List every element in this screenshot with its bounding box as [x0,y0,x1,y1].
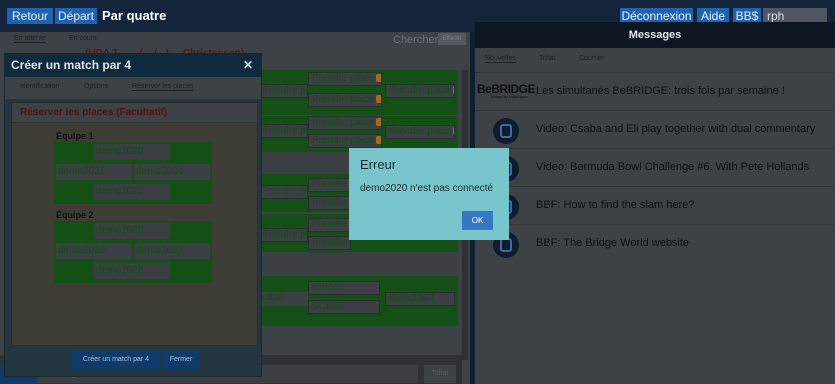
team1-label: Équipe 1 [56,131,94,141]
team2-label: Équipe 2 [56,210,94,220]
take-seat-button[interactable]: Prendre place [308,116,382,130]
table-row: ratze simons SCB60 Boris1994 [258,276,458,326]
reserve-seats-panel: Réserver les places (Facultatif) Équipe … [11,102,258,346]
close-icon[interactable]: ✕ [241,58,255,72]
seat-icon [376,95,381,104]
create-match-button[interactable]: Créer un match par 4 [72,351,160,369]
seat-icon [453,86,454,95]
seat-west[interactable]: demo2021 [56,164,132,180]
error-dialog: Erreur demo2020 n'est pas connecté OK [349,148,509,240]
player-name: Boris1994 [385,292,455,306]
tab-news[interactable]: Nouvelles [485,55,516,63]
tables-tabs: En attente En cours Chercher Effacer [0,32,470,46]
clear-button[interactable]: Effacer [438,33,466,45]
seat-north[interactable]: demo2020 [94,144,170,160]
seat-south[interactable]: demo2028 [94,263,170,279]
bebridge-logo: BeBRIDGE Bridge by LeBridgeur [477,82,536,99]
take-seat-button[interactable]: Prendre place [308,218,351,232]
take-seat-button[interactable]: Prendre place [308,134,382,148]
player-name: SCB60 [308,300,380,314]
list-item[interactable]: BBF: The Bridge World website [475,224,835,262]
table-separator [258,252,458,276]
list-item[interactable]: Video: Bermuda Bowl Challenge #6. With P… [475,148,835,186]
take-seat-button[interactable]: Prendre place [258,185,308,199]
seat-south[interactable]: demo2023 [94,184,170,200]
dialog-tabs: Identification Options Réserver les plac… [5,77,261,99]
messages-title: Messages [475,22,835,48]
section-title: Réserver les places (Facultatif) [12,103,257,123]
take-seat-button[interactable]: Prendre place [385,84,455,98]
tab-mail[interactable]: Courrier [579,55,604,62]
news-text: BBF: How to find the slam here? [536,199,695,211]
list-item[interactable]: BBF: How to find the slam here? [475,186,835,224]
error-message: demo2020 n'est pas connecté [360,183,494,194]
news-text: Video: Bermuda Bowl Challenge #6. With P… [536,161,810,173]
take-seat-button[interactable]: Prendre place [308,178,351,192]
tables-search-label[interactable]: Chercher [393,34,438,46]
seat-icon [376,136,381,145]
seat-west[interactable]: demo2026 [56,243,132,259]
team2-seats: demo2025 demo2026 demo2027 demo2028 [54,221,212,283]
take-seat-button[interactable]: Prendre place [258,84,308,98]
page-title: Par quatre [102,8,167,23]
back-button[interactable]: Retour [7,8,53,24]
take-seat-button[interactable]: Prendre place [308,196,351,210]
app-window: Retour Départ Par quatre Déconnexion Aid… [0,0,835,384]
tab-chat[interactable]: Tchat [539,55,556,62]
messages-tabs: Nouvelles Tchat Courrier [475,48,835,70]
seat-icon [376,74,381,83]
dialog-footer: Créer un match par 4 Fermer [5,346,261,376]
player-name: simons [308,281,380,295]
news-text: Video: Csaba and Eli play together with … [536,123,816,135]
table-row: Prendre place Prendre place Prendre plac… [258,116,458,152]
ok-button[interactable]: OK [462,211,493,230]
dialog-title: Créer un match par 4 ✕ [5,54,261,77]
take-seat-button[interactable]: Prendre place [385,125,455,139]
news-text: BBF: The Bridge World website [536,237,690,249]
take-seat-button[interactable]: Prendre place [308,72,382,86]
seat-icon [453,127,454,136]
tab-identification[interactable]: Identification [20,83,59,90]
take-seat-button[interactable]: Prendre place [258,228,308,242]
seat-icon [376,118,381,127]
player-name: ratze [258,292,308,306]
list-item[interactable]: Video: Csaba and Eli play together with … [475,110,835,148]
take-seat-button[interactable]: Prendre place [258,124,308,138]
seat-east[interactable]: demo2024 [134,164,210,180]
chat-send-button[interactable]: Tchat [424,365,456,383]
table-row: Prendre place Prendre place Prendre plac… [258,70,458,115]
seat-east[interactable]: demo2027 [134,243,210,259]
tab-in-progress[interactable]: En cours [69,35,97,42]
tab-options[interactable]: Options [84,83,108,90]
news-text: Les simultanés BeBRIDGE: trois fois par … [536,85,785,97]
list-item[interactable]: BeBRIDGE Bridge by LeBridgeur Les simulta… [475,72,835,110]
video-icon [493,118,519,144]
take-seat-button[interactable]: Prendre place [308,93,382,107]
messages-panel: Messages Nouvelles Tchat Courrier BeBRID… [475,22,835,384]
create-match-dialog: Créer un match par 4 ✕ Identification Op… [4,53,262,377]
error-title: Erreur [360,157,397,172]
tab-reserve-seats[interactable]: Réserver les places [132,83,194,91]
tab-waiting[interactable]: En attente [14,35,46,43]
start-button[interactable]: Départ [55,8,97,24]
seat-north[interactable]: demo2025 [94,223,170,239]
take-seat-button[interactable]: Prendre place [308,236,351,250]
close-button[interactable]: Fermer [162,351,200,369]
team1-seats: demo2020 demo2021 demo2024 demo2023 [54,142,212,204]
